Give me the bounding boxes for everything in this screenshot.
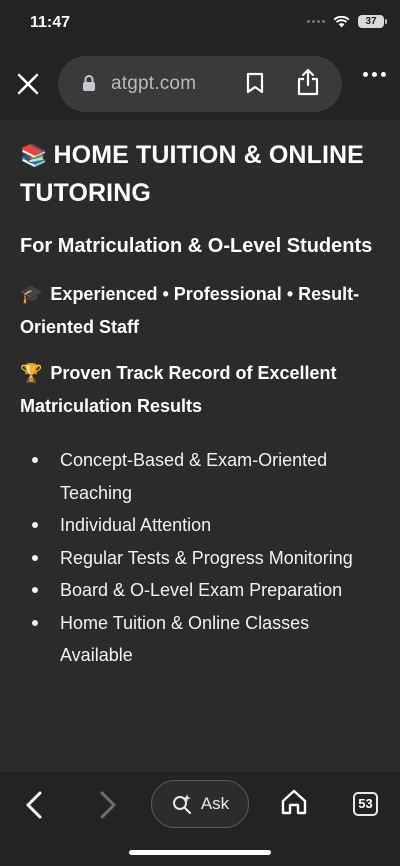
books-emoji-icon: 📚	[20, 144, 48, 169]
page-content: 📚 HOME TUITION & ONLINE TUTORING For Matr…	[0, 120, 400, 772]
status-icons: 37	[307, 15, 387, 28]
page-subtitle: For Matriculation & O-Level Students	[20, 235, 373, 257]
staff-line: 🎓 Experienced • Professional • Result-Ori…	[20, 278, 380, 343]
lock-icon	[83, 75, 95, 91]
list-item: Regular Tests & Progress Monitoring	[20, 542, 380, 575]
graduation-cap-emoji-icon: 🎓	[20, 284, 43, 305]
list-item: Concept-Based & Exam-Oriented Teaching	[20, 444, 380, 509]
results-line-text: Proven Track Record of Excellent Matricu…	[20, 363, 337, 416]
bookmark-icon[interactable]	[246, 72, 264, 94]
list-item: Board & O-Level Exam Preparation	[20, 574, 380, 607]
tabs-button[interactable]: 53	[353, 792, 378, 816]
features-list: Concept-Based & Exam-Oriented Teaching I…	[20, 444, 380, 672]
home-icon[interactable]	[280, 788, 308, 816]
status-time: 11:47	[30, 14, 71, 31]
browser-address-row: atgpt.com	[0, 48, 400, 120]
close-icon[interactable]	[14, 70, 42, 98]
back-icon[interactable]	[22, 790, 48, 820]
trophy-emoji-icon: 🏆	[20, 363, 43, 384]
status-bar: 11:47 37	[0, 0, 400, 48]
wifi-icon	[333, 15, 350, 27]
share-icon[interactable]	[296, 68, 320, 96]
bottom-toolbar: Ask 53	[0, 772, 400, 866]
page-heading-text: HOME TUITION & ONLINE TUTORING	[20, 141, 364, 207]
more-icon[interactable]	[363, 72, 386, 77]
home-indicator	[129, 850, 271, 855]
ask-button[interactable]: Ask	[151, 780, 249, 828]
staff-line-text: Experienced • Professional • Result-Orie…	[20, 284, 360, 337]
url-text: atgpt.com	[111, 73, 197, 94]
ask-label: Ask	[200, 794, 230, 813]
address-bar[interactable]: atgpt.com	[58, 56, 342, 112]
page-heading: 📚 HOME TUITION & ONLINE TUTORING	[20, 137, 380, 211]
sparkle-search-icon	[172, 794, 191, 815]
battery-indicator: 37	[358, 15, 387, 28]
results-line: 🏆 Proven Track Record of Excellent Matric…	[20, 357, 380, 422]
cellular-signal-icon	[307, 20, 325, 23]
forward-icon[interactable]	[94, 790, 120, 820]
list-item: Home Tuition & Online Classes Available	[20, 607, 380, 672]
list-item: Individual Attention	[20, 509, 380, 542]
